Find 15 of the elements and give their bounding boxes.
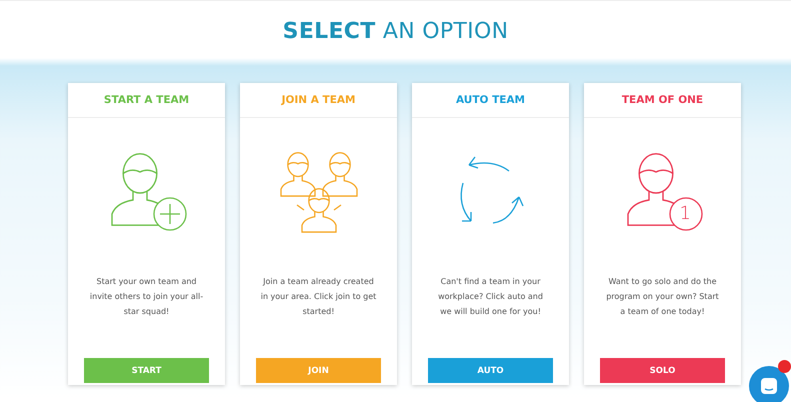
option-button[interactable]: AUTO [428, 358, 553, 383]
option-button[interactable]: SOLO [600, 358, 725, 383]
option-button[interactable]: START [84, 358, 209, 383]
card-description: Want to go solo and do the program on your own? Start a team of one today! [605, 276, 720, 318]
chat-button[interactable] [749, 366, 789, 402]
card-description: Join a team already created in your area. Click join to get started! [260, 276, 378, 318]
card-description: Start your own team and invite others to join your all-star squad! [88, 276, 204, 318]
card-title: JOIN A TEAM [282, 94, 356, 106]
card-title: AUTO TEAM [456, 94, 525, 106]
chat-icon [760, 377, 778, 395]
card-description: Can't find a team in your workplace? Click auto and we will build one for you! [437, 276, 544, 318]
option-button[interactable]: JOIN [256, 358, 381, 383]
page-heading: SELECT AN OPTION [282, 19, 508, 44]
card-title: TEAM OF ONE [622, 94, 704, 106]
card-title: START A TEAM [104, 94, 190, 106]
